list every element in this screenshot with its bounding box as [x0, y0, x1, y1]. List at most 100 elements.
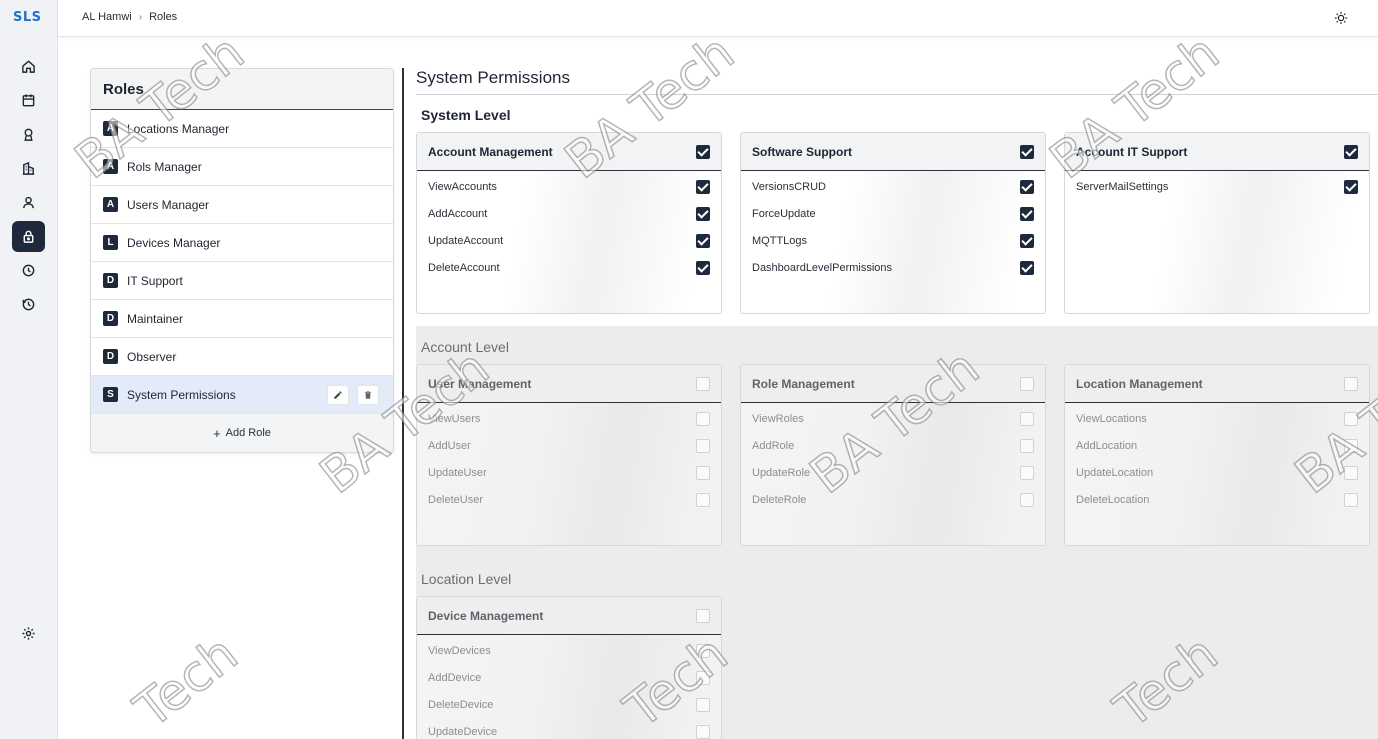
permission-row-addrole: AddRole	[741, 432, 1045, 459]
role-item-it-support[interactable]: D IT Support	[91, 262, 393, 300]
system-level-title: System Level	[421, 107, 511, 123]
building-icon[interactable]	[12, 153, 45, 184]
permission-checkbox[interactable]	[1344, 412, 1358, 426]
location-pin-icon[interactable]	[12, 119, 45, 150]
permission-checkbox[interactable]	[1020, 466, 1034, 480]
permission-row-viewlocations: ViewLocations	[1065, 405, 1369, 432]
history-alt-icon[interactable]	[12, 289, 45, 320]
role-item-maintainer[interactable]: D Maintainer	[91, 300, 393, 338]
permission-row-deleteuser: DeleteUser	[417, 486, 721, 513]
permission-checkbox[interactable]	[1020, 412, 1034, 426]
plus-icon: +	[213, 425, 221, 441]
permission-checkbox[interactable]	[696, 412, 710, 426]
calendar-icon[interactable]	[12, 85, 45, 116]
permission-checkbox[interactable]	[696, 466, 710, 480]
permission-checkbox[interactable]	[696, 234, 710, 248]
permission-card-device-management: Device Management ViewDevices AddDevice Del…	[416, 596, 722, 739]
permission-checkbox[interactable]	[1020, 439, 1034, 453]
trash-icon[interactable]	[357, 385, 379, 405]
roles-panel: Roles A Locations Manager A Rols Manager A Us…	[90, 68, 394, 453]
permission-row-adduser: AddUser	[417, 432, 721, 459]
edit-icon[interactable]	[327, 385, 349, 405]
permission-checkbox[interactable]	[1020, 493, 1034, 507]
role-item-rols-manager[interactable]: A Rols Manager	[91, 148, 393, 186]
permission-checkbox[interactable]	[696, 725, 710, 739]
permission-list: ViewDevices AddDevice DeleteDevice UpdateDe…	[417, 635, 721, 739]
permission-checkbox[interactable]	[1344, 439, 1358, 453]
permission-checkbox[interactable]	[696, 493, 710, 507]
card-title: Location Management	[1076, 376, 1203, 391]
role-item-system-permissions[interactable]: S System Permissions	[91, 376, 393, 414]
permission-label: AddRole	[752, 439, 795, 452]
sun-icon[interactable]	[1332, 9, 1350, 27]
history-icon[interactable]	[12, 255, 45, 286]
permission-row-adddevice: AddDevice	[417, 664, 721, 691]
card-header: Role Management	[741, 365, 1045, 403]
permission-checkbox[interactable]	[1020, 261, 1034, 275]
permission-row-addlocation: AddLocation	[1065, 432, 1369, 459]
role-name: Devices Manager	[127, 235, 221, 250]
permission-row-versionscrud: VersionsCRUD	[741, 173, 1045, 200]
permission-label: AddUser	[428, 439, 471, 452]
group-checkbox[interactable]	[696, 377, 710, 391]
permission-checkbox[interactable]	[1344, 180, 1358, 194]
role-name: IT Support	[127, 273, 183, 288]
home-icon[interactable]	[12, 51, 45, 82]
watermark-text: Tech	[124, 624, 249, 739]
permission-checkbox[interactable]	[1020, 207, 1034, 221]
card-title: Account IT Support	[1076, 144, 1188, 159]
permission-row-viewusers: ViewUsers	[417, 405, 721, 432]
permission-label: AddDevice	[428, 671, 482, 684]
role-item-locations-manager[interactable]: A Locations Manager	[91, 110, 393, 148]
permission-card-user-management: User Management ViewUsers AddUser UpdateUse…	[416, 364, 722, 546]
role-item-devices-manager[interactable]: L Devices Manager	[91, 224, 393, 262]
lock-icon[interactable]	[12, 221, 45, 252]
permission-checkbox[interactable]	[1020, 234, 1034, 248]
permission-checkbox[interactable]	[696, 439, 710, 453]
user-icon[interactable]	[12, 187, 45, 218]
permission-checkbox[interactable]	[696, 180, 710, 194]
permission-checkbox[interactable]	[1344, 493, 1358, 507]
role-badge: A	[103, 159, 118, 174]
group-checkbox[interactable]	[696, 145, 710, 159]
permission-row-deleterole: DeleteRole	[741, 486, 1045, 513]
card-header: Account IT Support	[1065, 133, 1369, 171]
panel-divider	[402, 68, 404, 739]
left-rail: SLS	[0, 0, 58, 739]
permission-card-role-management: Role Management ViewRoles AddRole UpdateRol…	[740, 364, 1046, 546]
permission-card-account-it-support: Account IT Support ServerMailSettings	[1064, 132, 1370, 314]
permission-label: ViewUsers	[428, 412, 481, 425]
breadcrumb-item-account[interactable]: AL Hamwi	[82, 11, 132, 23]
permission-list: ViewAccounts AddAccount UpdateAccount Delet…	[417, 171, 721, 281]
chevron-right-icon: ›	[138, 11, 143, 23]
permission-checkbox[interactable]	[696, 671, 710, 685]
permission-label: ViewDevices	[428, 644, 491, 657]
group-checkbox[interactable]	[1344, 145, 1358, 159]
location-level-title: Location Level	[421, 571, 512, 587]
permission-checkbox[interactable]	[1344, 466, 1358, 480]
role-name: Rols Manager	[127, 159, 202, 174]
role-badge: S	[103, 387, 118, 402]
permission-row-dashboardlevelpermissions: DashboardLevelPermissions	[741, 254, 1045, 281]
permission-checkbox[interactable]	[696, 644, 710, 658]
role-actions	[327, 385, 379, 405]
role-item-users-manager[interactable]: A Users Manager	[91, 186, 393, 224]
permission-row-servermailsettings: ServerMailSettings	[1065, 173, 1369, 200]
permission-checkbox[interactable]	[696, 261, 710, 275]
permission-checkbox[interactable]	[1020, 180, 1034, 194]
permission-checkbox[interactable]	[696, 207, 710, 221]
group-checkbox[interactable]	[1344, 377, 1358, 391]
group-checkbox[interactable]	[1020, 145, 1034, 159]
role-item-observer[interactable]: D Observer	[91, 338, 393, 376]
gear-icon[interactable]	[12, 618, 45, 649]
role-badge: L	[103, 235, 118, 250]
permission-checkbox[interactable]	[696, 698, 710, 712]
permission-label: AddLocation	[1076, 439, 1138, 452]
group-checkbox[interactable]	[696, 609, 710, 623]
group-checkbox[interactable]	[1020, 377, 1034, 391]
role-name: Maintainer	[127, 311, 184, 326]
role-name: System Permissions	[127, 387, 236, 402]
permission-label: ViewRoles	[752, 412, 804, 425]
permission-label: ForceUpdate	[752, 207, 816, 220]
add-role-button[interactable]: + Add Role	[91, 414, 393, 452]
